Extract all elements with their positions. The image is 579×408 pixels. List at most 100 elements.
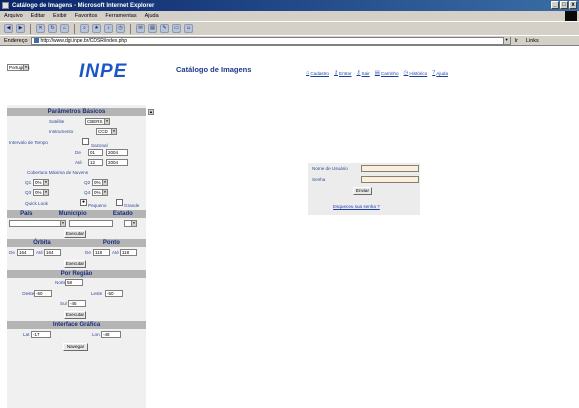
interval-label: Intervalo de Tempo bbox=[9, 140, 48, 145]
window-title-bar: Catálogo de Imagens - Microsoft Internet… bbox=[0, 0, 579, 11]
state-select[interactable]: ▼ bbox=[124, 220, 137, 227]
username-input[interactable] bbox=[361, 165, 419, 172]
navigate-button[interactable]: Navegar bbox=[63, 343, 88, 351]
back-icon[interactable]: ◀ bbox=[4, 24, 13, 33]
print-icon[interactable]: ▤ bbox=[148, 24, 157, 33]
address-input[interactable]: http://www.dgi.inpe.br/CDSR/index.php ▼ bbox=[30, 36, 511, 45]
city-heading: Município bbox=[58, 211, 87, 217]
graphic-interface-heading: Interface Gráfica bbox=[7, 321, 146, 329]
address-dropdown[interactable]: ▼ bbox=[502, 37, 510, 44]
menu-tools[interactable]: Ferramentas bbox=[105, 13, 136, 19]
nav-label: Entrar bbox=[339, 70, 352, 76]
browser-toolbar: ◀ ▶ ✕ ↻ ⌂ ⌕ ★ ♪ ◷ ✉ ▤ ✎ ▭ ☺ bbox=[0, 21, 579, 35]
scroll-up-icon[interactable]: ▲ bbox=[148, 109, 154, 115]
region-heading: Por Região bbox=[7, 270, 146, 278]
key-icon: ⚷ bbox=[333, 70, 338, 76]
satellite-label: Satélite bbox=[49, 119, 65, 124]
south-input[interactable]: -45 bbox=[68, 300, 86, 307]
seasonal-checkbox[interactable] bbox=[82, 138, 89, 145]
lat-input[interactable]: -17 bbox=[31, 331, 51, 338]
nav-register-link[interactable]: ⌂ Cadastro bbox=[306, 70, 329, 76]
west-label: Oeste bbox=[22, 291, 35, 296]
forgot-password-link[interactable]: Esqueceu sua senha ? bbox=[333, 204, 380, 209]
search-icon[interactable]: ⌕ bbox=[80, 24, 89, 33]
to-day-input[interactable]: 12 bbox=[88, 159, 103, 166]
password-label: Senha bbox=[312, 177, 326, 182]
q4-value: 0% bbox=[94, 190, 101, 195]
discuss-icon[interactable]: ▭ bbox=[172, 24, 181, 33]
links-button[interactable]: Links bbox=[526, 38, 539, 44]
q3-label: Q3 bbox=[25, 190, 32, 195]
menu-view[interactable]: Exibir bbox=[53, 13, 67, 19]
orbit-point-heading: Órbita Ponto bbox=[7, 239, 146, 247]
city-input[interactable] bbox=[69, 220, 113, 227]
media-icon[interactable]: ♪ bbox=[104, 24, 113, 33]
nav-logout-link[interactable]: ⚷ Sair bbox=[357, 70, 370, 76]
q3-select[interactable]: 0% ▼ bbox=[33, 189, 49, 196]
menu-file[interactable]: Arquivo bbox=[4, 13, 23, 19]
page-title: Catálogo de Imagens bbox=[176, 65, 252, 74]
region-search-button[interactable]: Executar bbox=[64, 311, 86, 319]
orbit-from-input[interactable]: 164 bbox=[17, 249, 34, 256]
exit-icon: ⚷ bbox=[356, 70, 361, 76]
messenger-icon[interactable]: ☺ bbox=[184, 24, 193, 33]
q1-select[interactable]: 0% ▼ bbox=[33, 179, 49, 186]
language-select[interactable]: Português ▼ bbox=[7, 64, 30, 71]
window-title: Catálogo de Imagens - Microsoft Internet… bbox=[12, 2, 155, 9]
password-input[interactable] bbox=[361, 176, 419, 183]
forward-icon[interactable]: ▶ bbox=[16, 24, 25, 33]
refresh-icon[interactable]: ↻ bbox=[48, 24, 57, 33]
q2-select[interactable]: 0% ▼ bbox=[92, 179, 108, 186]
maximize-button[interactable]: □ bbox=[560, 1, 568, 9]
minimize-button[interactable]: _ bbox=[551, 1, 559, 9]
to-year-input[interactable]: 2004 bbox=[106, 159, 128, 166]
orbit-to-input[interactable]: 164 bbox=[44, 249, 61, 256]
south-label: Sul bbox=[60, 301, 67, 306]
instrument-select[interactable]: CCD ▼ bbox=[96, 128, 117, 135]
nav-login-link[interactable]: ⚷ Entrar bbox=[334, 70, 352, 76]
address-bar: Endereço http://www.dgi.inpe.br/CDSR/ind… bbox=[0, 35, 579, 46]
favorites-icon[interactable]: ★ bbox=[92, 24, 101, 33]
submit-button[interactable]: Enviar bbox=[353, 187, 372, 195]
login-form: Nome de Usuário Senha Enviar Esqueceu su… bbox=[308, 163, 420, 215]
nav-history-link[interactable]: ◷ Histórico bbox=[404, 70, 428, 76]
nav-cart-link[interactable]: ▤ Carrinho bbox=[375, 70, 399, 76]
point-to-input[interactable]: 118 bbox=[120, 249, 137, 256]
point-from-input[interactable]: 118 bbox=[93, 249, 110, 256]
menu-favorites[interactable]: Favoritos bbox=[75, 13, 98, 19]
location-search-button[interactable]: Executar bbox=[64, 230, 86, 238]
home-icon[interactable]: ⌂ bbox=[60, 24, 69, 33]
search-panel: Parâmetros Básicos Satélite CBERS 2 ▼ In… bbox=[7, 105, 146, 408]
point-heading: Ponto bbox=[102, 240, 120, 246]
menu-help[interactable]: Ajuda bbox=[145, 13, 159, 19]
menu-edit[interactable]: Editar bbox=[31, 13, 45, 19]
inpe-logo[interactable]: INPE bbox=[79, 61, 127, 83]
from-day-input[interactable]: 01 bbox=[88, 149, 103, 156]
orbit-from-label: De bbox=[9, 250, 15, 255]
nav-label: Ajuda bbox=[436, 70, 449, 76]
east-input[interactable]: -50 bbox=[105, 290, 123, 297]
nav-help-link[interactable]: ? Ajuda bbox=[432, 70, 448, 76]
stop-icon[interactable]: ✕ bbox=[36, 24, 45, 33]
north-input[interactable]: 58 bbox=[65, 279, 83, 286]
history-icon[interactable]: ◷ bbox=[116, 24, 125, 33]
from-year-input[interactable]: 2004 bbox=[106, 149, 128, 156]
mail-icon[interactable]: ✉ bbox=[136, 24, 145, 33]
username-label: Nome de Usuário bbox=[312, 166, 348, 171]
lon-input[interactable]: -48 bbox=[101, 331, 121, 338]
go-button[interactable]: Ir bbox=[515, 38, 518, 44]
large-label: Grande bbox=[124, 203, 140, 208]
large-quicklook-radio[interactable] bbox=[116, 199, 123, 206]
west-input[interactable]: -60 bbox=[34, 290, 52, 297]
chevron-down-icon: ▼ bbox=[131, 221, 136, 226]
orbit-search-button[interactable]: Executar bbox=[64, 260, 86, 268]
location-heading: País Município Estado bbox=[7, 210, 146, 218]
small-quicklook-radio[interactable]: ● bbox=[80, 199, 87, 206]
edit-icon[interactable]: ✎ bbox=[160, 24, 169, 33]
close-button[interactable]: x bbox=[569, 1, 577, 9]
satellite-select[interactable]: CBERS 2 ▼ bbox=[85, 118, 110, 125]
country-select[interactable]: ▼ bbox=[9, 220, 66, 227]
q4-select[interactable]: 0% ▼ bbox=[92, 189, 108, 196]
nav-label: Cadastro bbox=[310, 70, 329, 76]
chevron-down-icon: ▼ bbox=[43, 190, 48, 195]
